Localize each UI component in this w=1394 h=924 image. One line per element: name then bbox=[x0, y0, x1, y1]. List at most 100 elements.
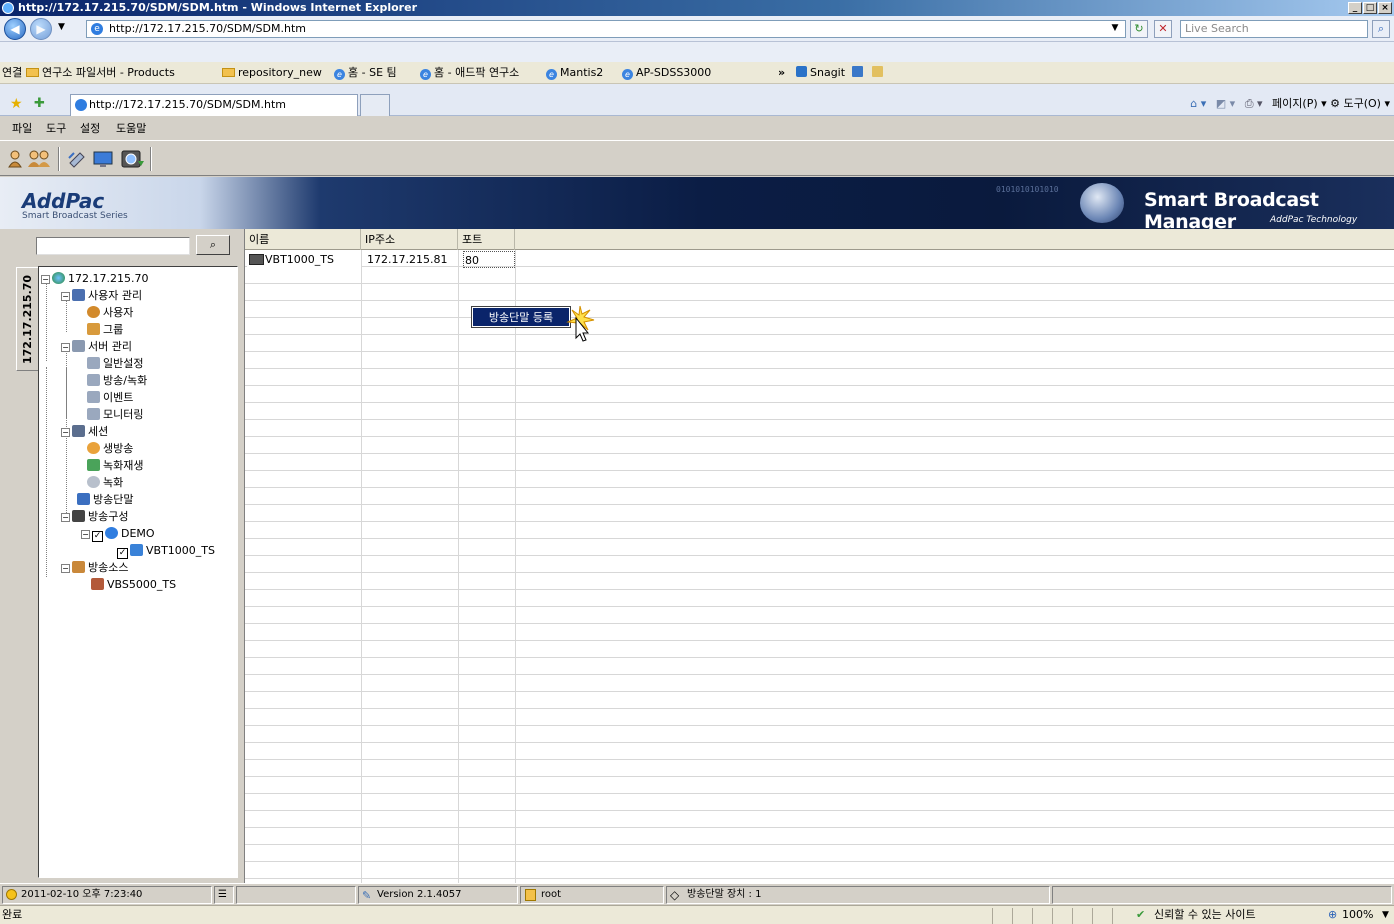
link-item[interactable]: e홈 - SE 팀 bbox=[334, 62, 397, 84]
collapse-icon[interactable]: − bbox=[61, 343, 70, 352]
command-bar[interactable]: ⌂ ▾ ◩ ▾ ⎙ ▾ 페이지(P) ▾ ⚙ 도구(O) ▾ bbox=[1190, 96, 1390, 112]
tree-node-broadcast-record[interactable]: 방송/녹화 bbox=[87, 372, 147, 389]
tree-node-users[interactable]: 사용자 bbox=[87, 304, 133, 321]
snagit-icon bbox=[796, 66, 807, 77]
tree-view[interactable]: −172.17.215.70 − 사용자 관리 사용자 그룹 − 서버 관리 일반설… bbox=[38, 266, 238, 878]
status-pane bbox=[1072, 908, 1090, 924]
print-icon[interactable]: ⎙ ▾ bbox=[1245, 97, 1263, 110]
collapse-icon[interactable]: − bbox=[41, 275, 50, 284]
network-globe-icon bbox=[52, 272, 65, 284]
mouse-cursor-icon bbox=[566, 305, 595, 342]
history-dropdown-icon[interactable]: ▼ bbox=[58, 22, 65, 32]
minimize-button[interactable]: _ bbox=[1348, 2, 1362, 14]
tree-node-monitoring[interactable]: 모니터링 bbox=[87, 406, 143, 423]
menu-settings[interactable]: 설정 bbox=[80, 119, 100, 139]
security-zone[interactable]: 신뢰할 수 있는 사이트 bbox=[1154, 906, 1256, 924]
tree-node-vbs5000[interactable]: VBS5000_TS bbox=[91, 576, 176, 593]
vbt-checkbox[interactable]: ✓ bbox=[117, 548, 128, 559]
table-grid-row bbox=[245, 675, 1394, 692]
addpac-logo: AddPac bbox=[22, 189, 105, 213]
tree-node-broadcast-config[interactable]: − 방송구성 bbox=[61, 508, 128, 525]
tree-node-user-management[interactable]: − 사용자 관리 bbox=[61, 287, 142, 304]
collapse-icon[interactable]: − bbox=[61, 564, 70, 573]
link-item[interactable]: 연구소 파일서버 - Products bbox=[26, 62, 175, 84]
tree-node-general-settings[interactable]: 일반설정 bbox=[87, 355, 143, 372]
maximize-button[interactable]: □ bbox=[1363, 2, 1377, 14]
menu-tools[interactable]: 도구 bbox=[46, 119, 66, 139]
context-menu-item-register-terminal[interactable]: 방송단말 등록 bbox=[471, 306, 571, 328]
address-dropdown-icon[interactable]: ▼ bbox=[1108, 20, 1122, 38]
search-input[interactable]: Live Search bbox=[1180, 20, 1368, 38]
tree-node-server-management[interactable]: − 서버 관리 bbox=[61, 338, 132, 355]
snagit-capture-icon[interactable] bbox=[852, 62, 866, 84]
tree-search-input[interactable] bbox=[36, 237, 190, 255]
tree-node-root[interactable]: −172.17.215.70 bbox=[41, 270, 148, 287]
links-overflow-button[interactable]: » bbox=[778, 62, 785, 84]
list-view-icon[interactable]: ☰ bbox=[214, 886, 234, 904]
tree-node-demo[interactable]: − ✓ DEMO bbox=[81, 525, 155, 542]
column-header-ip[interactable]: IP주소 bbox=[361, 229, 458, 250]
menu-file[interactable]: 파일 bbox=[12, 119, 32, 139]
server-tab[interactable]: 172.17.215.70 bbox=[16, 267, 38, 371]
tree-node-events[interactable]: 이벤트 bbox=[87, 389, 133, 406]
link-item[interactable]: e홈 - 애드팍 연구소 bbox=[420, 62, 519, 84]
table-row[interactable]: VBT1000_TS bbox=[247, 251, 361, 268]
collapse-icon[interactable]: − bbox=[61, 428, 70, 437]
favorites-star-icon[interactable]: ★ bbox=[10, 96, 23, 112]
tree-node-groups[interactable]: 그룹 bbox=[87, 321, 123, 338]
satellite-icon[interactable] bbox=[66, 149, 88, 169]
snagit-edit-icon[interactable] bbox=[872, 62, 886, 84]
ie-page-icon: e bbox=[334, 69, 345, 80]
home-icon[interactable]: ⌂ ▾ bbox=[1190, 97, 1206, 110]
feeds-icon[interactable]: ◩ ▾ bbox=[1216, 97, 1235, 110]
device-table[interactable]: 이름 IP주소 포트 VBT1000_TS 172.17.215.81 80 bbox=[244, 229, 1394, 883]
column-header-port[interactable]: 포트 bbox=[458, 229, 515, 250]
address-field[interactable]: e http://172.17.215.70/SDM/SDM.htm bbox=[86, 20, 1126, 38]
tab-active[interactable]: http://172.17.215.70/SDM/SDM.htm bbox=[70, 94, 358, 116]
user-icon[interactable] bbox=[4, 149, 26, 169]
tree-node-live[interactable]: 생방송 bbox=[87, 440, 133, 457]
monitor-icon[interactable] bbox=[92, 149, 114, 169]
banner-binary-text: 0101010101010 bbox=[996, 185, 1059, 194]
refresh-icon[interactable]: ↻ bbox=[1130, 20, 1148, 38]
collapse-icon[interactable]: − bbox=[81, 530, 90, 539]
new-tab-button[interactable] bbox=[360, 94, 390, 116]
tree-node-record[interactable]: 녹화 bbox=[87, 474, 123, 491]
add-favorites-icon[interactable]: ✚ bbox=[34, 96, 45, 111]
broadcast-device-icon[interactable] bbox=[120, 149, 146, 169]
page-tools-menu[interactable]: 페이지(P) ▾ ⚙ 도구(O) ▾ bbox=[1272, 97, 1390, 110]
group-icon[interactable] bbox=[26, 149, 52, 169]
tree-node-vbt1000[interactable]: ✓ VBT1000_TS bbox=[117, 542, 215, 559]
table-grid-row bbox=[245, 539, 1394, 556]
collapse-icon[interactable]: − bbox=[61, 513, 70, 522]
cell-port: 80 bbox=[463, 251, 515, 268]
tree-node-terminal[interactable]: 방송단말 bbox=[77, 491, 133, 508]
tree-node-session[interactable]: − 세션 bbox=[61, 423, 108, 440]
link-item[interactable]: repository_new bbox=[222, 62, 322, 84]
tree-node-broadcast-source[interactable]: − 방송소스 bbox=[61, 559, 128, 576]
table-grid-row bbox=[245, 590, 1394, 607]
column-divider bbox=[458, 250, 459, 883]
link-item[interactable]: e Mantis2 bbox=[546, 62, 603, 84]
demo-checkbox[interactable]: ✓ bbox=[92, 531, 103, 542]
table-grid-row bbox=[245, 658, 1394, 675]
snagit-button[interactable]: Snagit bbox=[796, 62, 845, 84]
close-button[interactable]: × bbox=[1378, 2, 1392, 14]
column-header-name[interactable]: 이름 bbox=[245, 229, 361, 250]
forward-button[interactable]: ▶ bbox=[30, 18, 52, 40]
tree-node-playback[interactable]: 녹화재생 bbox=[87, 457, 143, 474]
zoom-level[interactable]: 100% bbox=[1342, 906, 1373, 924]
link-item[interactable]: e AP-SDSS3000 bbox=[622, 62, 711, 84]
status-pane bbox=[1012, 908, 1030, 924]
links-bar: 연결 연구소 파일서버 - Products repository_new e홈… bbox=[0, 62, 1394, 84]
menu-help[interactable]: 도움말 bbox=[116, 119, 146, 139]
ie-page-icon: e bbox=[546, 69, 557, 80]
stop-icon[interactable]: ✕ bbox=[1154, 20, 1172, 38]
back-button[interactable]: ◀ bbox=[4, 18, 26, 40]
tree-search-button[interactable]: ⌕ bbox=[196, 235, 230, 255]
broadcast-config-icon bbox=[72, 510, 85, 522]
zoom-dropdown-icon[interactable]: ▼ bbox=[1382, 906, 1389, 924]
table-grid-row bbox=[245, 794, 1394, 811]
collapse-icon[interactable]: − bbox=[61, 292, 70, 301]
search-icon[interactable]: ⌕ bbox=[1372, 20, 1390, 38]
